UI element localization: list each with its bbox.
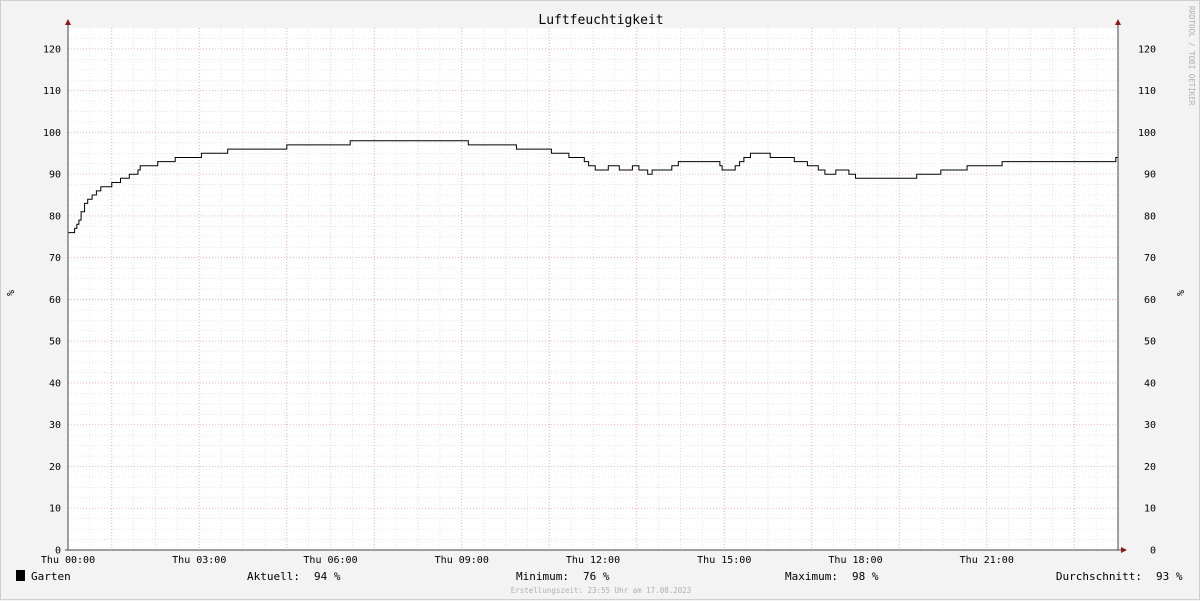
watermark: RRDTOOL / TOBI OETIKER <box>1187 6 1196 106</box>
x-tick-label: Thu 12:00 <box>566 555 620 566</box>
legend-maximum-label: Maximum: <box>785 570 838 583</box>
legend-average-label: Durchschnitt: <box>1056 570 1142 583</box>
legend-maximum-value: 98 % <box>852 570 879 583</box>
x-tick-label: Thu 18:00 <box>828 555 882 566</box>
y-tick-label-right: 40 <box>1144 378 1156 389</box>
y-tick-label-right: 0 <box>1150 546 1156 557</box>
footer-timestamp: Erstellungszeit: 23:55 Uhr am 17.08.2023 <box>511 586 692 595</box>
x-tick-label: Thu 15:00 <box>697 555 751 566</box>
y-tick-label-left: 80 <box>49 211 61 222</box>
y-tick-label-right: 10 <box>1144 504 1156 515</box>
chart: 0 0 10 10 20 20 30 30 40 40 50 50 60 60 70 70 80 80 90 90 10… <box>0 0 1200 600</box>
y-axis-label-right: % <box>1174 290 1185 296</box>
y-tick-label-right: 70 <box>1144 253 1156 264</box>
x-tick-label: Thu 06:00 <box>303 555 357 566</box>
chart-svg: 0 010 1020 2030 3040 4050 5060 6070 7080 8090 9010… <box>4 6 1196 595</box>
x-tick-label: Thu 09:00 <box>435 555 489 566</box>
y-tick-label-right: 90 <box>1144 170 1156 181</box>
y-tick-label-left: 10 <box>49 504 61 515</box>
y-tick-label-right: 50 <box>1144 337 1156 348</box>
y-axis-label-left: % <box>4 290 15 296</box>
y-tick-label-left: 100 <box>43 128 61 139</box>
plot-layer: 0 010 1020 2030 3040 4050 5060 6070 7080 8090 9010… <box>41 19 1156 566</box>
y-tick-label-left: 60 <box>49 295 61 306</box>
legend-current-label: Aktuell: <box>247 570 300 583</box>
x-tick-label: Thu 21:00 <box>960 555 1014 566</box>
legend-minimum-value: 76 % <box>583 570 610 583</box>
y-tick-label-right: 100 <box>1138 128 1156 139</box>
y-tick-label-left: 120 <box>43 44 61 55</box>
legend-minimum-label: Minimum: <box>516 570 569 583</box>
y-tick-label-left: 40 <box>49 378 61 389</box>
y-tick-label-left: 70 <box>49 253 61 264</box>
chart-title: Luftfeuchtigkeit <box>538 13 663 28</box>
x-axis-arrow <box>1121 547 1127 553</box>
y-tick-label-left: 50 <box>49 337 61 348</box>
y-tick-label-right: 60 <box>1144 295 1156 306</box>
legend-series-name: Garten <box>31 570 71 583</box>
legend-swatch <box>16 570 25 581</box>
y-tick-label-right: 80 <box>1144 211 1156 222</box>
y-axis-arrow-right <box>1115 19 1121 25</box>
legend-current-value: 94 % <box>314 570 341 583</box>
y-tick-label-right: 110 <box>1138 86 1156 97</box>
y-tick-label-left: 90 <box>49 170 61 181</box>
y-tick-label-left: 30 <box>49 420 61 431</box>
y-tick-label-right: 20 <box>1144 462 1156 473</box>
y-axis-arrow-left <box>65 19 71 25</box>
x-tick-label: Thu 03:00 <box>172 555 226 566</box>
y-tick-label-right: 30 <box>1144 420 1156 431</box>
y-tick-label-right: 120 <box>1138 44 1156 55</box>
x-tick-label: Thu 00:00 <box>41 555 95 566</box>
y-tick-label-left: 20 <box>49 462 61 473</box>
legend-average-value: 93 % <box>1156 570 1183 583</box>
y-tick-label-left: 110 <box>43 86 61 97</box>
